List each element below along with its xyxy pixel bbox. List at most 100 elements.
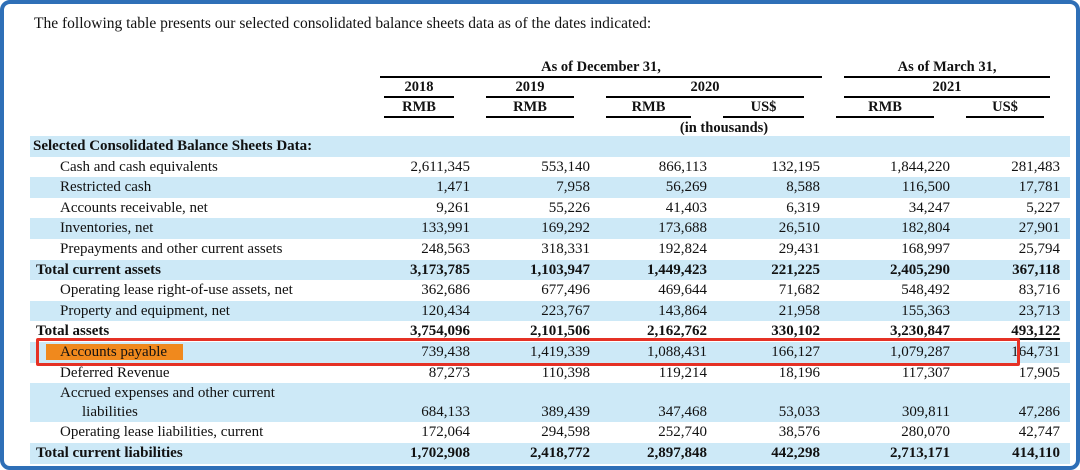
cell-value: 442,298 [717,443,830,464]
table-row-total-current-assets: Total current assets 3,173,785 1,103,947… [30,260,1070,281]
cell-value: 362,686 [378,280,480,301]
header-spacer [30,58,378,78]
table-row: Property and equipment, net 120,434 223,… [30,301,1070,322]
row-label: Property and equipment, net [30,302,378,321]
table-row: Prepayments and other current assets 248… [30,239,1070,260]
cell-value: 1,419,339 [480,342,600,363]
cell-value: 166,127 [717,342,830,363]
header-spacer [30,118,378,136]
balance-sheet-table: As of December 31, As of March 31, 2018 … [30,58,1070,464]
header-group-december: As of December 31, [378,58,830,78]
cell-value: 280,070 [830,422,960,443]
table-row: Accounts receivable, net 9,261 55,226 41… [30,198,1070,219]
table-row: Deferred Revenue 87,273 110,398 119,214 … [30,363,1070,384]
units-note: (in thousands) [378,118,1070,136]
cell-value: 133,991 [378,218,480,239]
row-label: Prepayments and other current assets [30,240,378,259]
cell-value: 1,702,908 [378,443,480,464]
header-currency: US$ [717,98,830,118]
cell-value: 493,122 [960,321,1070,342]
cell-value: 8,588 [717,177,830,198]
cell-value: 281,483 [960,157,1070,178]
cell-value: 2,418,772 [480,443,600,464]
cell-value: 3,173,785 [378,260,480,281]
cell-value: 155,363 [830,301,960,322]
cell-value: 9,261 [378,198,480,219]
cell-value: 18,196 [717,363,830,384]
cell-value: 56,269 [600,177,717,198]
cell-value: 120,434 [378,301,480,322]
cell-value: 414,110 [960,443,1070,464]
cell-value: 168,997 [830,239,960,260]
cell-value: 27,901 [960,218,1070,239]
cell-value: 116,500 [830,177,960,198]
cell-value: 1,088,431 [600,342,717,363]
cell-value: 173,688 [600,218,717,239]
cell-value: 87,273 [378,363,480,384]
cell-value: 41,403 [600,198,717,219]
row-label: Operating lease liabilities, current [30,423,378,442]
row-label: Cash and cash equivalents [30,158,378,177]
cell-value: 866,113 [600,157,717,178]
cell-value: 42,747 [960,422,1070,443]
header-currency: RMB [480,98,600,118]
cell-value: 318,331 [480,239,600,260]
header-year-2018: 2018 [378,78,480,98]
header-group-row: As of December 31, As of March 31, [30,58,1070,78]
row-label: Restricted cash [30,178,378,197]
cell-value: 192,824 [600,239,717,260]
cell-value: 389,439 [480,383,600,422]
document-page: The following table presents our selecte… [0,0,1080,470]
section-header-row: Selected Consolidated Balance Sheets Dat… [30,136,1070,157]
cell-value: 252,740 [600,422,717,443]
row-label: Deferred Revenue [30,364,378,383]
cell-value: 309,811 [830,383,960,422]
header-currency: RMB [600,98,717,118]
cell-value: 1,103,947 [480,260,600,281]
cell-value: 5,227 [960,198,1070,219]
intro-text: The following table presents our selecte… [34,14,1076,34]
highlighted-label: Accounts payable [46,344,183,360]
row-label: Total current assets [33,261,378,280]
cell-value: 2,611,345 [378,157,480,178]
cell-value: 34,247 [830,198,960,219]
cell-value: 2,897,848 [600,443,717,464]
cell-value: 294,598 [480,422,600,443]
cell-value: 29,431 [717,239,830,260]
header-currency: US$ [960,98,1070,118]
cell-value: 2,405,290 [830,260,960,281]
cell-value: 469,644 [600,280,717,301]
table-row-total-current-liabilities: Total current liabilities 1,702,908 2,41… [30,443,1070,464]
table-row: Operating lease liabilities, current 172… [30,422,1070,443]
cell-value: 47,286 [960,383,1070,422]
cell-value: 3,230,847 [830,321,960,342]
cell-value: 17,781 [960,177,1070,198]
cell-value: 248,563 [378,239,480,260]
cell-value: 25,794 [960,239,1070,260]
cell-value: 83,716 [960,280,1070,301]
header-currency: RMB [378,98,480,118]
cell-value: 110,398 [480,363,600,384]
cell-value: 3,754,096 [378,321,480,342]
cell-value: 677,496 [480,280,600,301]
cell-value: 330,102 [717,321,830,342]
cell-value: 221,225 [717,260,830,281]
cell-value: 38,576 [717,422,830,443]
cell-value: 23,713 [960,301,1070,322]
table-row: Operating lease right-of-use assets, net… [30,280,1070,301]
cell-value: 1,449,423 [600,260,717,281]
header-group-march: As of March 31, [830,58,1070,78]
header-spacer [30,78,378,98]
cell-value: 7,958 [480,177,600,198]
cell-value: 169,292 [480,218,600,239]
header-year-2020: 2020 [600,78,830,98]
cell-value: 6,319 [717,198,830,219]
cell-value: 223,767 [480,301,600,322]
header-year-row: 2018 2019 2020 2021 [30,78,1070,98]
header-year-2021: 2021 [830,78,1070,98]
table-row-total-assets: Total assets 3,754,096 2,101,506 2,162,7… [30,321,1070,342]
cell-value: 164,731 [960,342,1070,363]
cell-value: 1,844,220 [830,157,960,178]
cell-value: 684,133 [378,383,480,422]
row-label: Total assets [33,322,378,341]
